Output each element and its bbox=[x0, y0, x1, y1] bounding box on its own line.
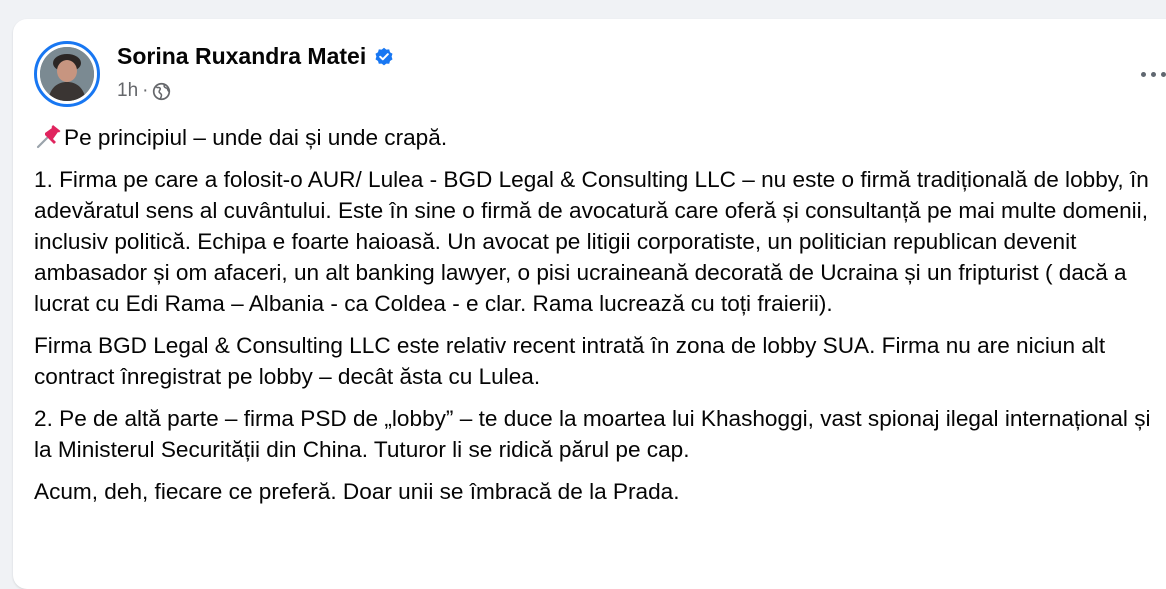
post-paragraph-4: 2. Pe de altă parte – firma PSD de „lobb… bbox=[34, 406, 1151, 462]
author-name[interactable]: Sorina Ruxandra Matei bbox=[117, 43, 394, 70]
post-body: Pe principiul – unde dai și unde crapă. … bbox=[34, 122, 1166, 518]
avatar-person-icon bbox=[40, 47, 94, 101]
more-dot bbox=[1140, 71, 1146, 77]
globe-icon[interactable] bbox=[152, 82, 171, 101]
author-name-text[interactable]: Sorina Ruxandra Matei bbox=[117, 43, 366, 70]
verified-badge-icon bbox=[375, 47, 393, 65]
post-paragraph-1: Pe principiul – unde dai și unde crapă. bbox=[34, 122, 1166, 153]
post-paragraph-3: Firma BGD Legal & Consulting LLC este re… bbox=[34, 333, 1106, 389]
paragraph-text: Pe principiul – unde dai și unde crapă. bbox=[64, 125, 448, 150]
post-paragraph-2: 1. Firma pe care a folosit-o AUR/ Lulea … bbox=[34, 167, 1149, 316]
more-options-icon[interactable] bbox=[1133, 61, 1166, 87]
post-meta: 1h · bbox=[117, 80, 171, 102]
pushpin-icon bbox=[36, 125, 61, 149]
more-dot bbox=[1160, 71, 1166, 77]
more-dot bbox=[1150, 71, 1156, 77]
meta-separator: · bbox=[142, 80, 149, 101]
post-timestamp[interactable]: 1h bbox=[117, 80, 138, 102]
avatar-photo bbox=[40, 47, 94, 101]
post-paragraph-5: Acum, deh, fiecare ce preferă. Doar unii… bbox=[34, 479, 680, 504]
post-card: Sorina Ruxandra Matei 1h · Pe principiul… bbox=[13, 19, 1166, 589]
author-avatar[interactable] bbox=[34, 41, 100, 107]
